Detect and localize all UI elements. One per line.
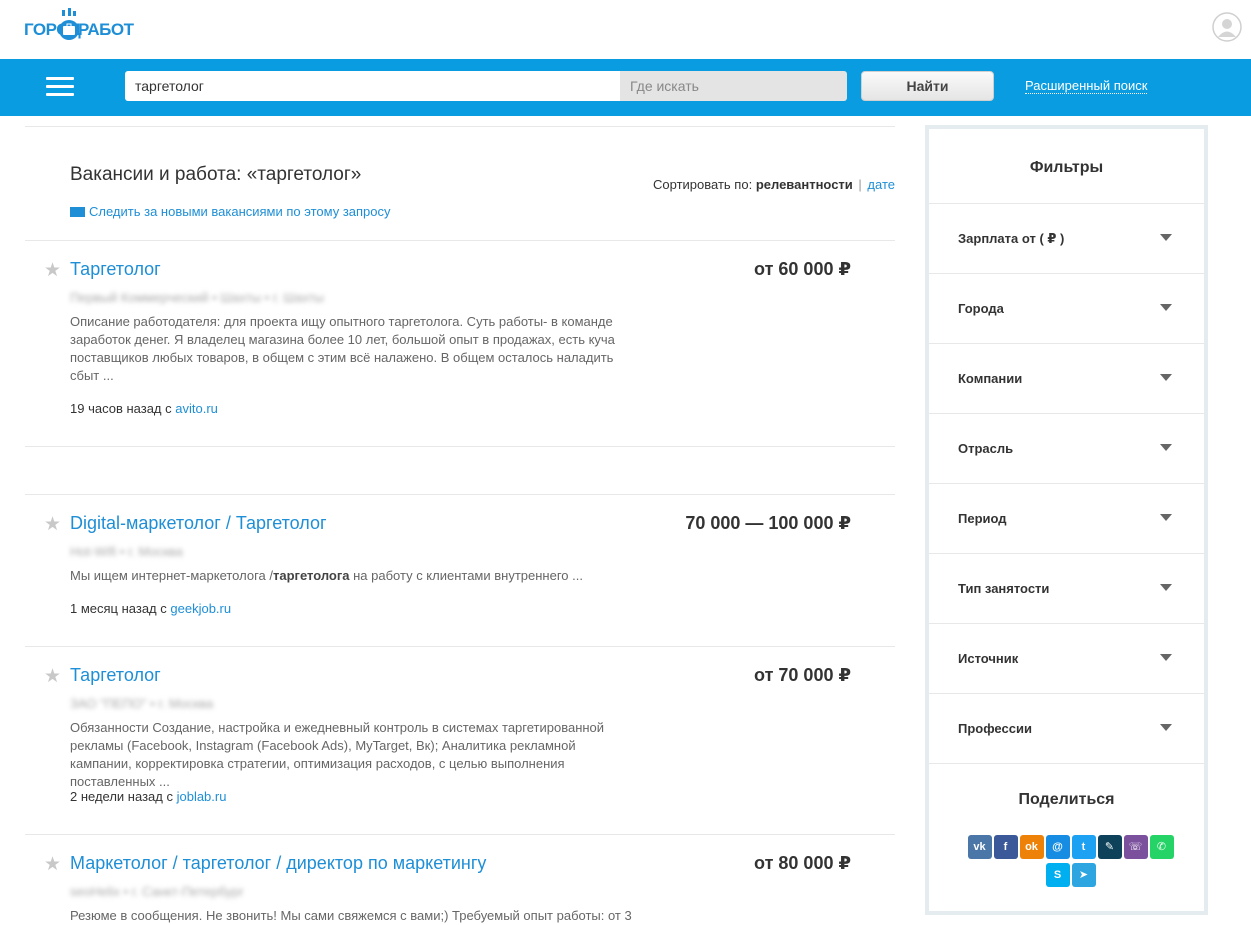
logo-text-part2: РАБОТ: [78, 20, 134, 39]
location-input[interactable]: [620, 71, 847, 101]
job-meta: 19 часов назад с avito.ru: [70, 401, 218, 416]
filter-industry[interactable]: Отрасль: [929, 414, 1204, 484]
search-bar: Найти Расширенный поиск: [0, 59, 1251, 116]
caret-down-icon: [1160, 234, 1172, 241]
vk-icon[interactable]: vk: [967, 835, 992, 859]
filter-salary[interactable]: Зарплата от ( ₽ ): [929, 204, 1204, 274]
sort-by-date-link[interactable]: дате: [867, 177, 895, 192]
filter-label: Компании: [958, 371, 1023, 386]
odnoklassniki-icon[interactable]: ok: [1019, 835, 1044, 859]
job-company: seoHelix • г. Санкт-Петербург: [70, 884, 244, 899]
subscribe-link[interactable]: Следить за новыми вакансиями по этому за…: [70, 204, 391, 219]
skype-icon[interactable]: S: [1045, 863, 1070, 887]
filter-cities[interactable]: Города: [929, 274, 1204, 344]
job-meta: 2 недели назад с joblab.ru: [70, 789, 226, 804]
filter-source[interactable]: Источник: [929, 624, 1204, 694]
twitter-icon[interactable]: t: [1071, 835, 1096, 859]
job-description: Мы ищем интернет-маркетолога /таргетолог…: [70, 567, 640, 585]
caret-down-icon: [1160, 654, 1172, 661]
star-icon[interactable]: ★: [44, 513, 61, 536]
sort-separator: |: [858, 177, 862, 192]
job-title-link[interactable]: Маркетолог / таргетолог / директор по ма…: [70, 853, 486, 874]
star-icon[interactable]: ★: [44, 853, 61, 876]
star-icon[interactable]: ★: [44, 665, 61, 688]
caret-down-icon: [1160, 514, 1172, 521]
job-company: ЗАО "ПЕПО" • г. Москва: [70, 696, 214, 711]
caret-down-icon: [1160, 444, 1172, 451]
filter-label: Период: [958, 511, 1007, 526]
filter-employment-type[interactable]: Тип занятости: [929, 554, 1204, 624]
divider: [25, 646, 895, 647]
divider: [25, 126, 895, 127]
caret-down-icon: [1160, 304, 1172, 311]
filter-period[interactable]: Период: [929, 484, 1204, 554]
livejournal-icon[interactable]: ✎: [1097, 835, 1122, 859]
job-meta: 1 месяц назад с geekjob.ru: [70, 601, 231, 616]
job-description: Обязанности Создание, настройка и ежедне…: [70, 720, 605, 789]
hamburger-icon[interactable]: [46, 77, 74, 97]
viber-icon[interactable]: ☏: [1123, 835, 1148, 859]
star-icon[interactable]: ★: [44, 259, 61, 282]
caret-down-icon: [1160, 584, 1172, 591]
job-desc-highlight: таргетолога: [273, 568, 350, 583]
telegram-icon[interactable]: ➤: [1071, 863, 1096, 887]
divider: [25, 834, 895, 835]
top-header: ГОРОД РАБОТ: [0, 0, 1251, 59]
user-icon[interactable]: [1212, 12, 1242, 42]
sort-label: Сортировать по:: [653, 177, 753, 192]
job-salary: от 70 000 ₽: [754, 665, 851, 685]
share-buttons: vk f ok @ t ✎ ☏ ✆ S ➤: [958, 835, 1183, 891]
caret-down-icon: [1160, 374, 1172, 381]
caret-down-icon: [1160, 724, 1172, 731]
divider: [25, 446, 895, 447]
filter-label: Профессии: [958, 721, 1032, 736]
filters-title: Фильтры: [929, 129, 1204, 204]
job-description: Резюме в сообщения. Не звонить! Мы сами …: [70, 908, 632, 923]
job-time: 2 недели назад с: [70, 789, 173, 804]
job-company: Первый Коммерческий • Шахты • г. Шахты: [70, 290, 325, 305]
share-title: Поделиться: [1018, 791, 1115, 808]
job-desc-text: на работу с клиентами внутреннего ...: [349, 568, 583, 583]
whatsapp-icon[interactable]: ✆: [1149, 835, 1174, 859]
job-title-link[interactable]: Таргетолог: [70, 259, 161, 280]
job-time: 1 месяц назад с: [70, 601, 167, 616]
filter-label: Источник: [958, 651, 1019, 666]
job-time: 19 часов назад с: [70, 401, 172, 416]
page-title: Вакансии и работа: «таргетолог»: [70, 164, 362, 185]
filter-label: Отрасль: [958, 441, 1014, 456]
filters-sidebar: Фильтры Зарплата от ( ₽ ) Города Компани…: [925, 125, 1208, 915]
job-source-link[interactable]: joblab.ru: [177, 789, 227, 804]
job-source-link[interactable]: geekjob.ru: [170, 601, 231, 616]
job-title-link[interactable]: Digital-маркетолог / Таргетолог: [70, 513, 327, 534]
filter-companies[interactable]: Компании: [929, 344, 1204, 414]
envelope-icon: [70, 207, 85, 217]
divider: [25, 494, 895, 495]
job-salary: от 60 000 ₽: [754, 259, 851, 279]
site-logo[interactable]: ГОРОД РАБОТ: [24, 8, 134, 50]
advanced-search-link[interactable]: Расширенный поиск: [1025, 78, 1148, 94]
filter-label: Города: [958, 301, 1004, 316]
facebook-icon[interactable]: f: [993, 835, 1018, 859]
job-source-link[interactable]: avito.ru: [175, 401, 218, 416]
mailru-icon[interactable]: @: [1045, 835, 1070, 859]
sort-relevance: релевантности: [755, 177, 853, 192]
sort-control: Сортировать по: релевантности | дате: [653, 177, 895, 192]
job-description: Описание работодателя: для проекта ищу о…: [70, 314, 615, 383]
filter-label: Тип занятости: [958, 581, 1050, 596]
find-button[interactable]: Найти: [861, 71, 994, 101]
job-title-link[interactable]: Таргетолог: [70, 665, 161, 686]
job-salary: 70 000 — 100 000 ₽: [685, 513, 851, 533]
subscribe-label: Следить за новыми вакансиями по этому за…: [89, 204, 391, 219]
filter-label: Зарплата от ( ₽ ): [958, 231, 1065, 246]
job-salary: от 80 000 ₽: [754, 853, 851, 873]
filter-professions[interactable]: Профессии: [929, 694, 1204, 764]
job-desc-text: Мы ищем интернет-маркетолога /: [70, 568, 273, 583]
briefcase-icon: [59, 8, 79, 40]
divider: [25, 240, 895, 241]
search-input[interactable]: [125, 71, 620, 101]
job-company: Hot-Wifi • г. Москва: [70, 544, 183, 559]
